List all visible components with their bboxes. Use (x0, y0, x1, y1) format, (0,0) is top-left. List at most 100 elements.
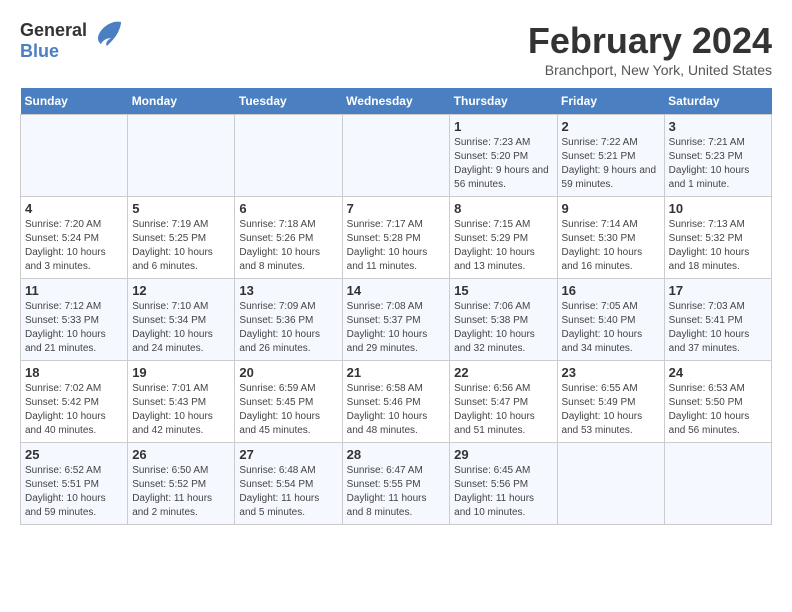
day-number: 27 (239, 447, 337, 462)
day-number: 1 (454, 119, 552, 134)
day-number: 10 (669, 201, 767, 216)
day-number: 14 (347, 283, 446, 298)
column-header-monday: Monday (128, 88, 235, 115)
day-info: Sunrise: 7:03 AMSunset: 5:41 PMDaylight:… (669, 300, 767, 356)
calendar-week-row: 4 Sunrise: 7:20 AMSunset: 5:24 PMDaylight… (21, 197, 772, 279)
month-title: February 2024 (528, 20, 772, 62)
calendar-week-row: 25Sunrise: 6:52 AMSunset: 5:51 PMDayligh… (21, 443, 772, 525)
calendar-table: SundayMondayTuesdayWednesdayThursdayFrid… (20, 88, 772, 525)
day-number: 21 (347, 365, 446, 380)
day-info: Sunrise: 7:10 AMSunset: 5:34 PMDaylight:… (132, 300, 230, 356)
calendar-cell: 10 Sunrise: 7:13 AMSunset: 5:32 PMDayligh… (664, 197, 771, 279)
calendar-cell: 11 Sunrise: 7:12 AMSunset: 5:33 PMDayligh… (21, 279, 128, 361)
day-info: Sunrise: 6:59 AMSunset: 5:45 PMDaylight:… (239, 382, 337, 438)
calendar-cell: 18 Sunrise: 7:02 AMSunset: 5:42 PMDayligh… (21, 361, 128, 443)
logo: GeneralBlue (20, 20, 123, 62)
calendar-cell: 3 Sunrise: 7:21 AMSunset: 5:23 PMDaylight… (664, 115, 771, 197)
column-header-wednesday: Wednesday (342, 88, 450, 115)
page-header: GeneralBlue February 2024 Branchport, Ne… (20, 20, 772, 78)
calendar-week-row: 1Sunrise: 7:23 AMSunset: 5:20 PMDaylight… (21, 115, 772, 197)
calendar-cell: 20 Sunrise: 6:59 AMSunset: 5:45 PMDayligh… (235, 361, 342, 443)
day-info: Sunrise: 7:15 AMSunset: 5:29 PMDaylight:… (454, 218, 552, 274)
day-number: 17 (669, 283, 767, 298)
day-info: Sunrise: 7:12 AMSunset: 5:33 PMDaylight:… (25, 300, 123, 356)
calendar-cell: 8 Sunrise: 7:15 AMSunset: 5:29 PMDaylight… (450, 197, 557, 279)
day-number: 11 (25, 283, 123, 298)
calendar-cell: 9 Sunrise: 7:14 AMSunset: 5:30 PMDaylight… (557, 197, 664, 279)
calendar-cell: 6 Sunrise: 7:18 AMSunset: 5:26 PMDaylight… (235, 197, 342, 279)
calendar-cell: 2 Sunrise: 7:22 AMSunset: 5:21 PMDaylight… (557, 115, 664, 197)
day-number: 9 (562, 201, 660, 216)
calendar-cell: 23 Sunrise: 6:55 AMSunset: 5:49 PMDayligh… (557, 361, 664, 443)
day-info: Sunrise: 7:14 AMSunset: 5:30 PMDaylight:… (562, 218, 660, 274)
calendar-cell (21, 115, 128, 197)
calendar-cell: 25Sunrise: 6:52 AMSunset: 5:51 PMDayligh… (21, 443, 128, 525)
day-number: 15 (454, 283, 552, 298)
calendar-cell: 7 Sunrise: 7:17 AMSunset: 5:28 PMDaylight… (342, 197, 450, 279)
day-info: Sunrise: 6:47 AMSunset: 5:55 PMDaylight:… (347, 464, 446, 520)
day-info: Sunrise: 6:56 AMSunset: 5:47 PMDaylight:… (454, 382, 552, 438)
calendar-cell: 14 Sunrise: 7:08 AMSunset: 5:37 PMDayligh… (342, 279, 450, 361)
day-number: 3 (669, 119, 767, 134)
calendar-week-row: 11 Sunrise: 7:12 AMSunset: 5:33 PMDayligh… (21, 279, 772, 361)
calendar-cell (235, 115, 342, 197)
calendar-cell: 26Sunrise: 6:50 AMSunset: 5:52 PMDayligh… (128, 443, 235, 525)
column-header-friday: Friday (557, 88, 664, 115)
day-number: 12 (132, 283, 230, 298)
day-info: Sunrise: 7:22 AMSunset: 5:21 PMDaylight:… (562, 136, 660, 192)
day-number: 7 (347, 201, 446, 216)
day-info: Sunrise: 6:50 AMSunset: 5:52 PMDaylight:… (132, 464, 230, 520)
day-info: Sunrise: 7:02 AMSunset: 5:42 PMDaylight:… (25, 382, 123, 438)
day-number: 20 (239, 365, 337, 380)
day-info: Sunrise: 7:06 AMSunset: 5:38 PMDaylight:… (454, 300, 552, 356)
day-info: Sunrise: 6:55 AMSunset: 5:49 PMDaylight:… (562, 382, 660, 438)
calendar-cell: 15 Sunrise: 7:06 AMSunset: 5:38 PMDayligh… (450, 279, 557, 361)
day-number: 18 (25, 365, 123, 380)
calendar-cell: 22 Sunrise: 6:56 AMSunset: 5:47 PMDayligh… (450, 361, 557, 443)
calendar-cell: 5Sunrise: 7:19 AMSunset: 5:25 PMDaylight… (128, 197, 235, 279)
day-info: Sunrise: 7:20 AMSunset: 5:24 PMDaylight:… (25, 218, 123, 274)
day-info: Sunrise: 6:58 AMSunset: 5:46 PMDaylight:… (347, 382, 446, 438)
day-info: Sunrise: 7:08 AMSunset: 5:37 PMDaylight:… (347, 300, 446, 356)
day-number: 19 (132, 365, 230, 380)
calendar-cell: 27Sunrise: 6:48 AMSunset: 5:54 PMDayligh… (235, 443, 342, 525)
day-number: 29 (454, 447, 552, 462)
calendar-cell: 4 Sunrise: 7:20 AMSunset: 5:24 PMDaylight… (21, 197, 128, 279)
day-info: Sunrise: 7:09 AMSunset: 5:36 PMDaylight:… (239, 300, 337, 356)
calendar-cell: 21 Sunrise: 6:58 AMSunset: 5:46 PMDayligh… (342, 361, 450, 443)
day-number: 6 (239, 201, 337, 216)
logo-text: GeneralBlue (20, 20, 87, 61)
day-number: 8 (454, 201, 552, 216)
calendar-cell (557, 443, 664, 525)
day-info: Sunrise: 7:19 AMSunset: 5:25 PMDaylight:… (132, 218, 230, 274)
column-header-thursday: Thursday (450, 88, 557, 115)
calendar-cell: 28 Sunrise: 6:47 AMSunset: 5:55 PMDayligh… (342, 443, 450, 525)
calendar-week-row: 18 Sunrise: 7:02 AMSunset: 5:42 PMDayligh… (21, 361, 772, 443)
calendar-cell (664, 443, 771, 525)
day-info: Sunrise: 7:05 AMSunset: 5:40 PMDaylight:… (562, 300, 660, 356)
logo-blue-text: Blue (20, 41, 59, 61)
day-number: 13 (239, 283, 337, 298)
location-label: Branchport, New York, United States (528, 62, 772, 78)
day-number: 16 (562, 283, 660, 298)
day-info: Sunrise: 7:17 AMSunset: 5:28 PMDaylight:… (347, 218, 446, 274)
day-info: Sunrise: 6:45 AMSunset: 5:56 PMDaylight:… (454, 464, 552, 520)
calendar-cell: 13 Sunrise: 7:09 AMSunset: 5:36 PMDayligh… (235, 279, 342, 361)
day-info: Sunrise: 6:52 AMSunset: 5:51 PMDaylight:… (25, 464, 123, 520)
calendar-cell: 16 Sunrise: 7:05 AMSunset: 5:40 PMDayligh… (557, 279, 664, 361)
day-number: 28 (347, 447, 446, 462)
day-info: Sunrise: 7:21 AMSunset: 5:23 PMDaylight:… (669, 136, 767, 192)
day-number: 2 (562, 119, 660, 134)
calendar-cell: 19 Sunrise: 7:01 AMSunset: 5:43 PMDayligh… (128, 361, 235, 443)
day-number: 23 (562, 365, 660, 380)
day-number: 4 (25, 201, 123, 216)
day-info: Sunrise: 6:53 AMSunset: 5:50 PMDaylight:… (669, 382, 767, 438)
day-info: Sunrise: 7:18 AMSunset: 5:26 PMDaylight:… (239, 218, 337, 274)
day-number: 22 (454, 365, 552, 380)
day-info: Sunrise: 7:01 AMSunset: 5:43 PMDaylight:… (132, 382, 230, 438)
calendar-cell: 1Sunrise: 7:23 AMSunset: 5:20 PMDaylight… (450, 115, 557, 197)
day-info: Sunrise: 7:13 AMSunset: 5:32 PMDaylight:… (669, 218, 767, 274)
column-header-sunday: Sunday (21, 88, 128, 115)
calendar-cell: 12 Sunrise: 7:10 AMSunset: 5:34 PMDayligh… (128, 279, 235, 361)
calendar-cell: 24Sunrise: 6:53 AMSunset: 5:50 PMDayligh… (664, 361, 771, 443)
